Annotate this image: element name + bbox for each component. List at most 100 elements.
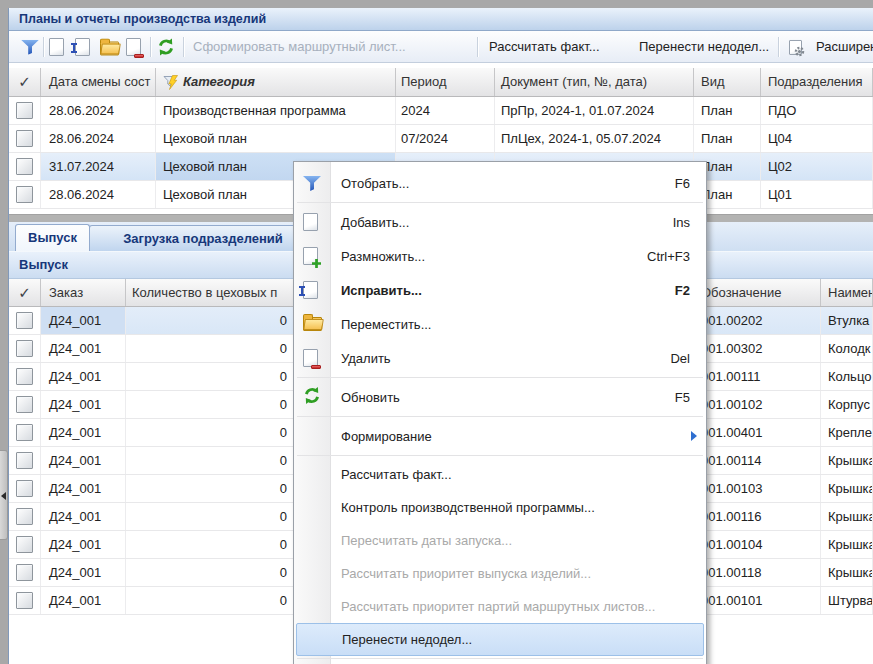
row-checkbox[interactable] (16, 508, 33, 525)
menu-item-priority-products[interactable]: Рассчитать приоритет выпуска изделий... (294, 557, 706, 590)
check-all-header[interactable]: ✓ (9, 68, 41, 96)
menu-item-duplicate[interactable]: Размножить...Ctrl+F3 (294, 239, 706, 273)
row-checkbox[interactable] (16, 480, 33, 497)
row-checkbox[interactable] (16, 592, 33, 609)
calc-fact-button[interactable]: Рассчитать факт... (489, 35, 600, 59)
cell-department: ПДО (761, 97, 873, 124)
cell-name: Крышка (821, 475, 873, 502)
menu-item-control-program[interactable]: Контроль производственной программы... (294, 491, 706, 524)
column-header-quantity[interactable]: Количество в цеховых п (126, 279, 294, 306)
cell-order: Д24_001 (41, 447, 126, 474)
delete-document-icon (303, 349, 318, 367)
row-checkbox[interactable] (16, 102, 33, 119)
column-header-order[interactable]: Заказ (41, 279, 126, 306)
extended-filter-label[interactable]: Расширен (816, 35, 873, 59)
context-menu: Отобрать...F6 Добавить...Ins Размножить.… (293, 161, 707, 664)
cell-quantity: 0 (126, 307, 294, 334)
cell-designation: 001.00111 (696, 363, 821, 390)
plans-row[interactable]: 28.06.2024 Производственная программа 20… (9, 97, 873, 125)
page-gear-icon (789, 40, 802, 55)
edit-button[interactable] (75, 38, 90, 56)
menu-item-forming[interactable]: Формирование (294, 419, 706, 453)
cell-period: 2024 (396, 97, 495, 124)
toolbar-separator (778, 37, 779, 57)
row-checkbox[interactable] (16, 312, 33, 329)
menu-item-add[interactable]: Добавить...Ins (294, 205, 706, 239)
extended-filter-button[interactable] (789, 38, 802, 54)
column-header-date[interactable]: Дата смены сост (41, 68, 156, 96)
cell-order: Д24_001 (41, 503, 126, 530)
row-checkbox[interactable] (16, 536, 33, 553)
cell-designation: 001.00101 (696, 587, 821, 614)
filter-button[interactable] (21, 38, 39, 55)
sort-filter-icon (163, 75, 179, 90)
menu-separator (297, 416, 703, 417)
tab-output[interactable]: Выпуск (15, 224, 90, 251)
toolbar: Сформировать маршрутный лист... Рассчита… (9, 31, 873, 63)
add-document-icon (49, 38, 64, 56)
row-checkbox-cell (9, 181, 41, 208)
check-all-header[interactable]: ✓ (9, 279, 41, 306)
column-header-category[interactable]: Категория (156, 68, 396, 96)
open-folder-icon (100, 41, 119, 55)
collapse-arrow-icon (1, 492, 6, 500)
splitter-handle[interactable] (0, 450, 8, 540)
menu-item-delete[interactable]: УдалитьDel (294, 341, 706, 375)
column-header-name[interactable]: Наимен (821, 279, 873, 306)
column-header-period[interactable]: Период (396, 68, 495, 96)
menu-item-priority-batches[interactable]: Рассчитать приоритет партий маршрутных л… (294, 590, 706, 623)
form-route-sheet-button[interactable]: Сформировать маршрутный лист... (193, 35, 406, 59)
delete-document-icon (126, 38, 141, 56)
row-checkbox[interactable] (16, 368, 33, 385)
row-checkbox[interactable] (16, 424, 33, 441)
menu-item-refresh[interactable]: ОбновитьF5 (294, 380, 706, 414)
cell-designation: 001.00116 (696, 503, 821, 530)
cell-quantity: 0 (126, 503, 294, 530)
delete-button[interactable] (126, 38, 141, 56)
row-checkbox-cell (9, 587, 41, 614)
cell-quantity: 0 (126, 363, 294, 390)
cell-name: Штурва (821, 587, 873, 614)
row-checkbox[interactable] (16, 340, 33, 357)
menu-item-filter[interactable]: Отобрать...F6 (294, 166, 706, 200)
carry-shortfall-button[interactable]: Перенести недодел... (639, 35, 769, 59)
row-checkbox[interactable] (16, 158, 33, 175)
menu-item-carry-shortfall[interactable]: Перенести недодел... (296, 623, 704, 656)
column-header-document[interactable]: Документ (тип, №, дата) (495, 68, 694, 96)
move-button[interactable] (100, 38, 119, 55)
filter-icon (303, 175, 321, 191)
row-checkbox[interactable] (16, 130, 33, 147)
add-button[interactable] (49, 38, 64, 56)
submenu-arrow-icon (691, 431, 697, 441)
row-checkbox-cell (9, 307, 41, 334)
cell-name: Крышка (821, 503, 873, 530)
menu-item-move[interactable]: Переместить... (294, 307, 706, 341)
row-checkbox[interactable] (16, 452, 33, 469)
row-checkbox-cell (9, 125, 41, 152)
row-checkbox-cell (9, 447, 41, 474)
cell-department: Ц04 (761, 125, 873, 152)
column-header-departments[interactable]: Подразделения (761, 68, 873, 96)
menu-item-recalc-dates[interactable]: Пересчитать даты запуска... (294, 524, 706, 557)
menu-item-calc-fact[interactable]: Рассчитать факт... (294, 458, 706, 491)
refresh-icon (157, 38, 175, 56)
menu-item-edit[interactable]: Исправить...F2 (294, 273, 706, 307)
row-checkbox-cell (9, 419, 41, 446)
cell-quantity: 0 (126, 475, 294, 502)
plans-row[interactable]: 28.06.2024 Цеховой план 07/2024 ПлЦех, 2… (9, 125, 873, 153)
column-header-designation[interactable]: Обозначение (696, 279, 821, 306)
row-checkbox-cell (9, 97, 41, 124)
cell-name: Кольцо (821, 363, 873, 390)
row-checkbox[interactable] (16, 186, 33, 203)
plans-header-row: ✓ Дата смены сост Категория Период Докум… (9, 68, 873, 97)
column-header-kind[interactable]: Вид (694, 68, 761, 96)
refresh-button[interactable] (157, 38, 175, 56)
menu-separator (297, 377, 703, 378)
row-checkbox-cell (9, 335, 41, 362)
tab-load[interactable]: Загрузка подразделений (89, 225, 317, 251)
row-checkbox[interactable] (16, 396, 33, 413)
row-checkbox[interactable] (16, 564, 33, 581)
cell-quantity: 0 (126, 419, 294, 446)
cell-designation: 001.00202 (696, 307, 821, 334)
cell-category: Производственная программа (156, 97, 396, 124)
